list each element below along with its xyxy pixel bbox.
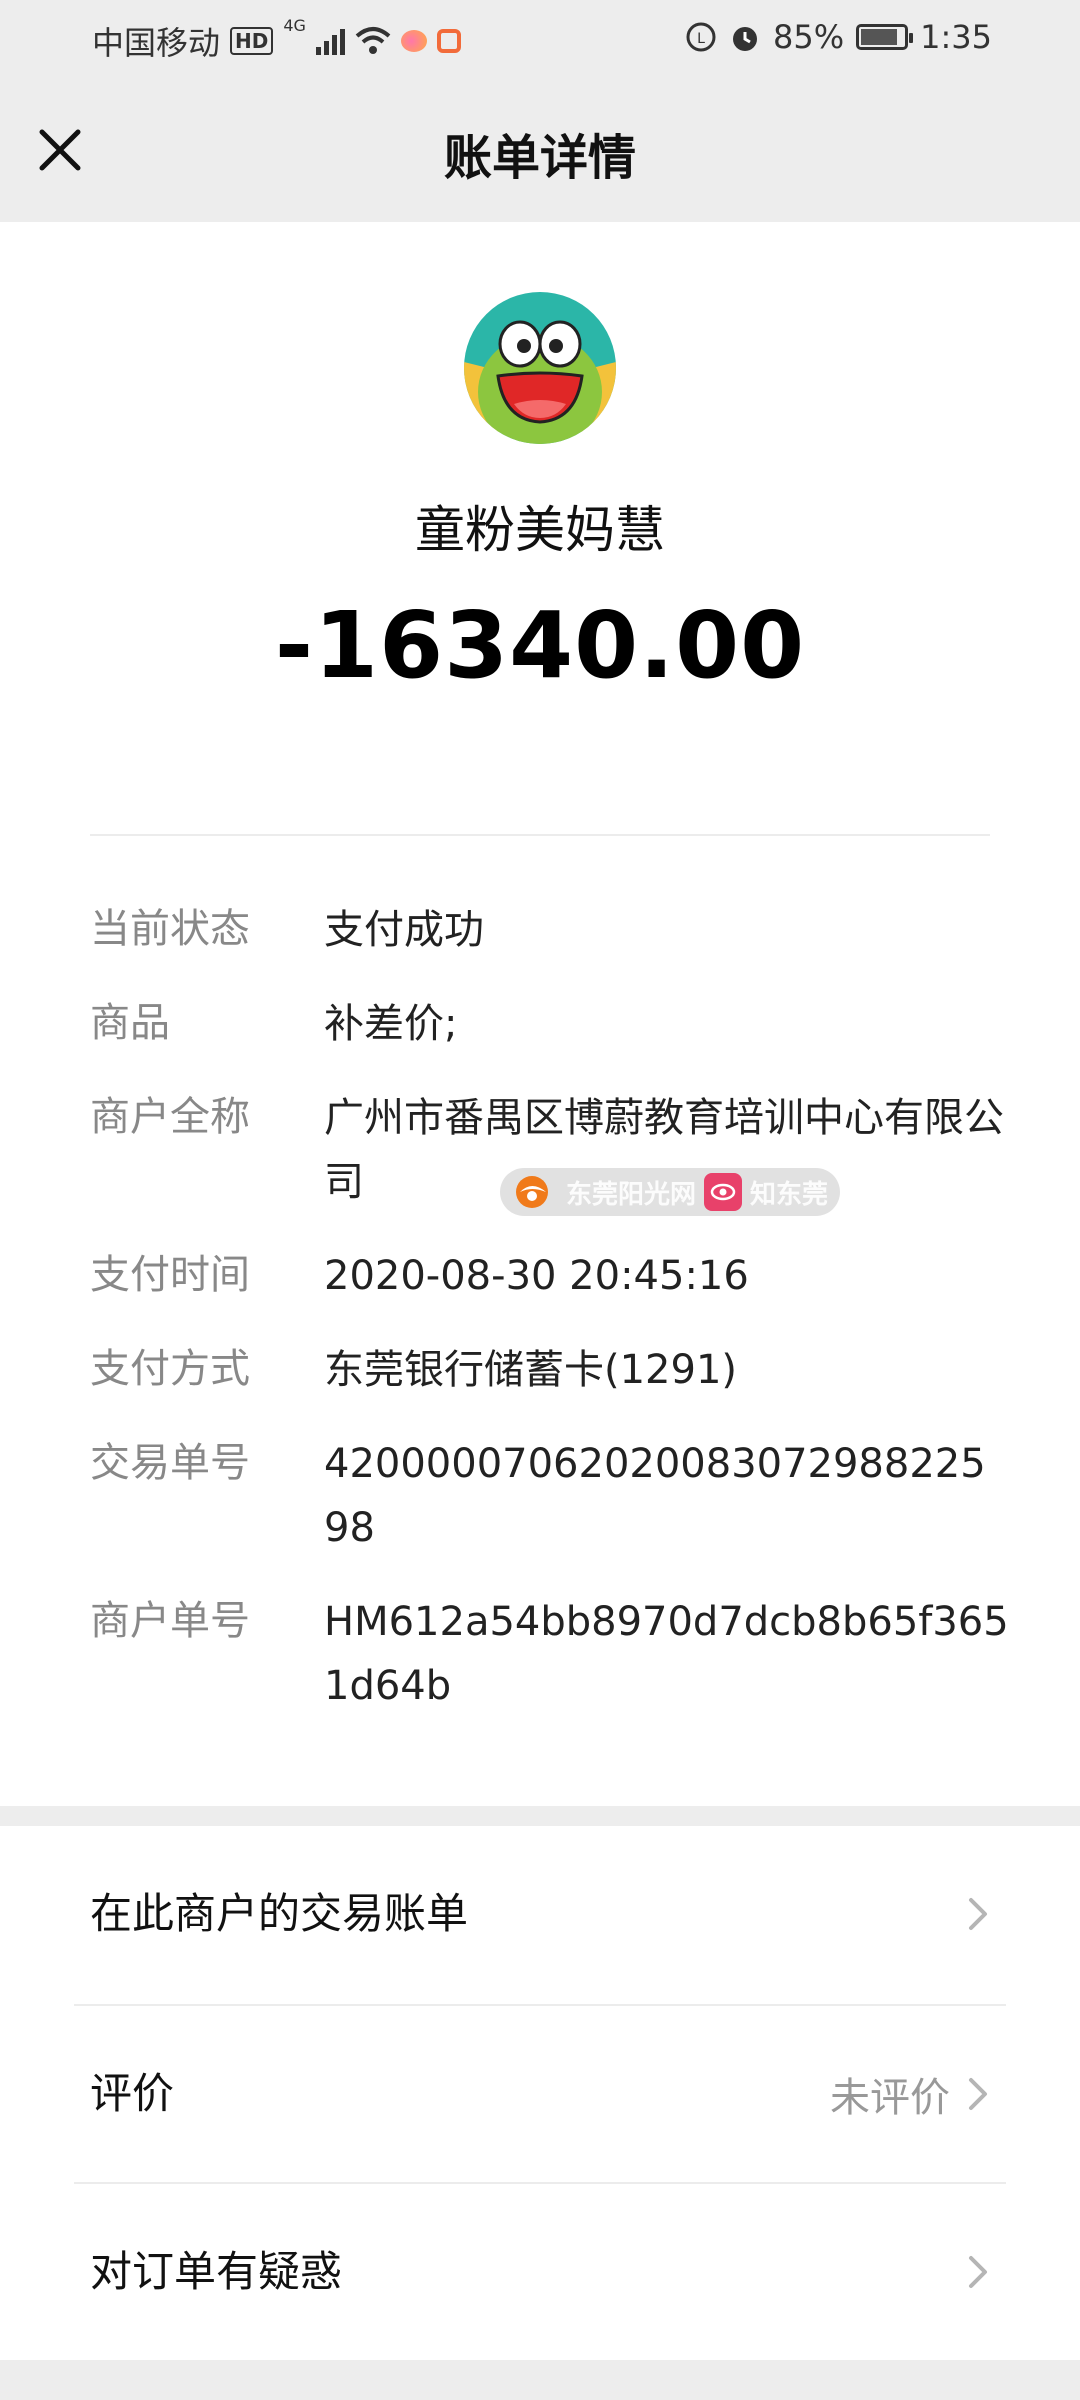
battery-percent: 85% [773,18,845,56]
title-bar: 账单详情 [0,80,1080,222]
list-item-merchant-bills[interactable]: 在此商户的交易账单 [0,1826,1080,2002]
status-left: 中国移动 HD 4G [92,16,461,64]
detail-value: 东莞银行储蓄卡(1291) [324,1347,738,1393]
detail-label: 当前状态 [90,906,250,952]
actions-list: 在此商户的交易账单 评价 未评价 对订单有疑惑 [0,1826,1080,2360]
watermark-text-1: 东莞阳光网 [566,1179,697,1210]
clock: 1:35 [920,18,992,56]
detail-value[interactable]: HM612a54bb8970d7dcb8b65f3651d64b [324,1590,1010,1718]
page-title: 账单详情 [443,130,636,186]
app-notify-icon-2 [436,29,461,53]
detail-label: 商户全称 [90,1094,250,1140]
bill-card: 童粉美妈慧 -16340.00 当前状态 支付成功 商品 补差价; 商户全称 广… [0,222,1080,1806]
list-item-label: 对订单有疑惑 [90,2247,343,2296]
detail-value: 2020-08-30 20:45:16 [324,1253,749,1299]
list-item-right: 未评价 [830,2006,990,2182]
list-item-label: 在此商户的交易账单 [90,1889,469,1938]
detail-label: 商户单号 [90,1598,250,1644]
alarm-icon [733,27,758,51]
watermark: 东莞阳光网 知东莞 [500,1168,840,1216]
review-status: 未评价 [830,2075,950,2121]
chevron-right-icon [969,2256,987,2288]
app-notify-icon [400,30,427,52]
detail-row-product: 商品 补差价; [90,992,1010,1056]
list-item-label: 评价 [90,2069,175,2118]
detail-label: 商品 [90,1000,170,1046]
detail-row-transaction-no: 交易单号 42000007062020083072988225 98 [90,1432,1010,1560]
list-item-review[interactable]: 评价 未评价 [0,2006,1080,2182]
detail-row-merchant-order-no: 商户单号 HM612a54bb8970d7dcb8b65f3651d64b [90,1590,1010,1718]
amount: -16340.00 [274,592,806,699]
merchant-name: 童粉美妈慧 [415,501,665,559]
chevron-right-icon [969,2078,987,2110]
detail-value: 支付成功 [324,907,484,953]
sun-logo-icon [516,1176,548,1208]
status-bar: 中国移动 HD 4G L 85% 1:35 [0,0,1080,80]
hd-badge: HD [230,27,274,55]
avatar[interactable] [464,292,616,444]
detail-row-status: 当前状态 支付成功 [90,898,1010,962]
eye-logo-icon [704,1173,743,1211]
details-list: 当前状态 支付成功 商品 补差价; 商户全称 广州市番禺区博蔚教育培训中心有限公… [90,898,1010,1748]
detail-label: 交易单号 [90,1440,250,1486]
detail-row-pay-time: 支付时间 2020-08-30 20:45:16 [90,1244,1010,1308]
data-saver-icon: L [686,22,716,52]
carrier-name: 中国移动 [92,24,221,62]
network-type: 4G [283,16,306,35]
svg-text:L: L [697,31,705,47]
signal-icon [315,27,345,55]
detail-label: 支付时间 [90,1252,250,1298]
wifi-icon [355,27,391,54]
list-item-right [950,2184,990,2360]
status-right: L 85% 1:35 [685,18,992,56]
detail-row-pay-method: 支付方式 东莞银行储蓄卡(1291) [90,1338,1010,1402]
battery-icon [856,24,914,50]
divider [90,834,990,836]
list-item-right [950,1826,990,2002]
chevron-right-icon [969,1898,987,1930]
list-item-order-question[interactable]: 对订单有疑惑 [0,2184,1080,2360]
detail-value[interactable]: 42000007062020083072988225 98 [324,1432,1010,1560]
detail-value: 补差价; [324,1001,458,1047]
watermark-text-2: 知东莞 [750,1179,829,1210]
detail-label: 支付方式 [90,1346,250,1392]
